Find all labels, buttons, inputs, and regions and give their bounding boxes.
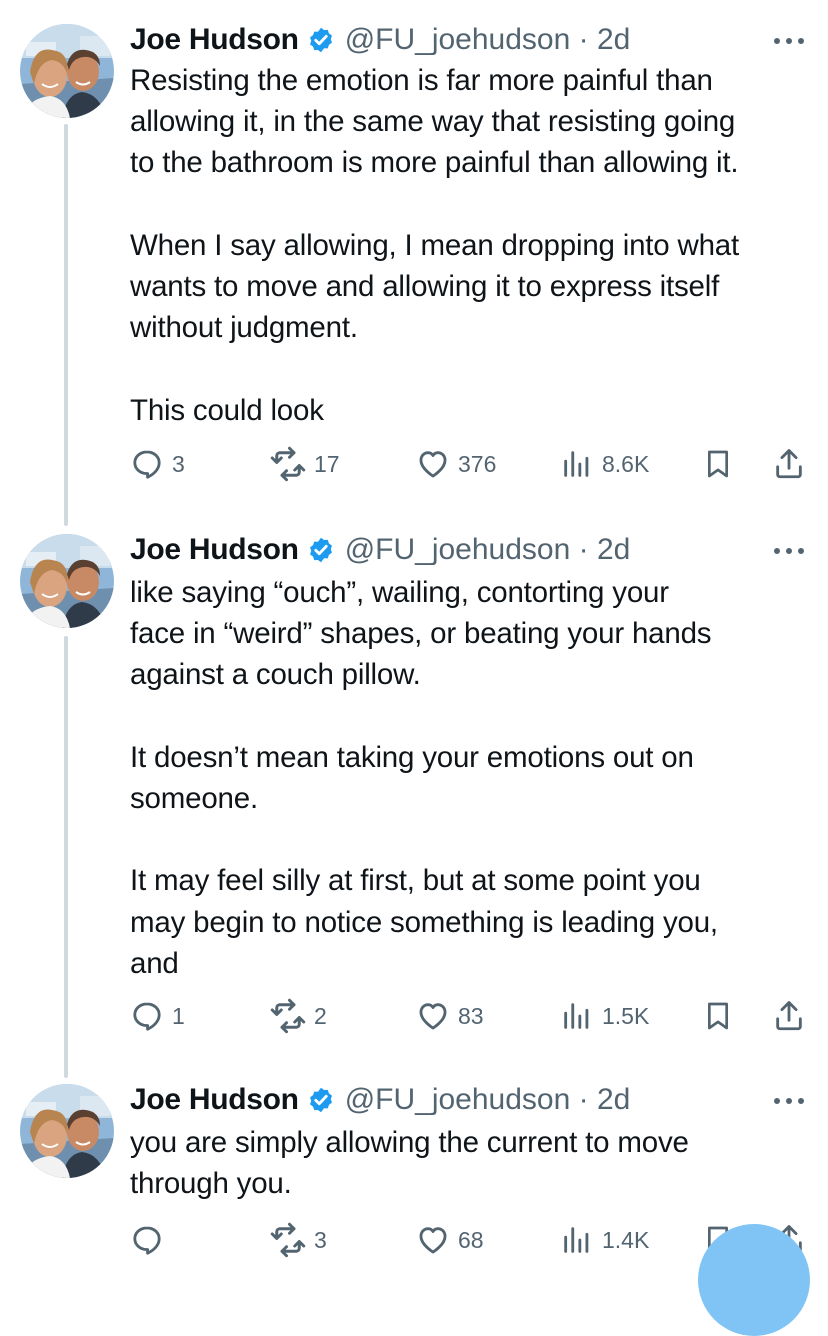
retweet-icon	[270, 446, 306, 482]
share-icon	[772, 999, 806, 1033]
tweet[interactable]: Joe Hudson @FU_joehudson · 2d Resisting …	[0, 20, 828, 490]
tweet-actions: 1 2 83 1.5K	[130, 998, 810, 1034]
retweet-count: 3	[314, 1226, 327, 1253]
more-dots-icon[interactable]	[772, 1096, 806, 1106]
retweet-icon	[270, 998, 306, 1034]
verified-badge-icon[interactable]	[307, 1086, 335, 1114]
tweet-text: you are simply allowing the current to m…	[130, 1126, 689, 1201]
more-dots-icon[interactable]	[772, 36, 806, 46]
retweet-button[interactable]: 3	[270, 1222, 327, 1258]
retweet-button[interactable]: 17	[270, 446, 340, 482]
retweet-count: 2	[314, 1002, 327, 1029]
avatar[interactable]	[20, 24, 114, 118]
share-button[interactable]	[772, 998, 806, 1034]
author-handle[interactable]: @FU_joehudson · 2d	[345, 23, 631, 57]
like-button[interactable]: 376	[416, 446, 496, 482]
views-button[interactable]: 1.5K	[560, 998, 649, 1034]
views-button[interactable]: 8.6K	[560, 446, 649, 482]
retweet-button[interactable]: 2	[270, 998, 327, 1034]
views-button[interactable]: 1.4K	[560, 1222, 649, 1258]
tweet-header: Joe Hudson @FU_joehudson · 2d	[130, 1080, 630, 1120]
author-name[interactable]: Joe Hudson	[130, 1083, 299, 1117]
bookmark-button[interactable]	[702, 446, 734, 482]
tweet-text: Resisting the emotion is far more painfu…	[130, 64, 740, 427]
reply-count: 3	[172, 450, 185, 477]
reply-bubble-icon	[130, 1223, 164, 1257]
reply-button[interactable]: 3	[130, 446, 185, 482]
retweet-icon	[270, 1222, 306, 1258]
views-bar-chart-icon	[560, 999, 594, 1033]
like-button[interactable]: 68	[416, 1222, 484, 1258]
views-bar-chart-icon	[560, 447, 594, 481]
views-count: 8.6K	[602, 450, 650, 477]
share-button[interactable]	[772, 446, 806, 482]
tweet-text: like saying “ouch”, wailing, contorting …	[130, 576, 718, 980]
retweet-count: 17	[314, 450, 340, 477]
like-count: 68	[458, 1226, 484, 1253]
tweet[interactable]: Joe Hudson @FU_joehudson · 2d you are si…	[0, 1080, 828, 1270]
bookmark-button[interactable]	[702, 998, 734, 1034]
reply-bubble-icon	[130, 447, 164, 481]
timestamp: 2d	[596, 533, 631, 566]
heart-icon	[416, 1223, 450, 1257]
timestamp: 2d	[596, 1083, 631, 1116]
author-handle[interactable]: @FU_joehudson · 2d	[345, 1083, 631, 1117]
verified-badge-icon[interactable]	[307, 536, 335, 564]
compose-fab-button[interactable]	[698, 1224, 810, 1336]
views-count: 1.4K	[602, 1226, 650, 1253]
bookmark-icon	[702, 1000, 734, 1032]
views-count: 1.5K	[602, 1002, 650, 1029]
timestamp: 2d	[596, 23, 631, 56]
tweet-header: Joe Hudson @FU_joehudson · 2d	[130, 530, 630, 570]
like-button[interactable]: 83	[416, 998, 484, 1034]
reply-button[interactable]: 1	[130, 998, 185, 1034]
more-dots-icon[interactable]	[772, 546, 806, 556]
reply-button[interactable]	[130, 1222, 172, 1258]
author-handle[interactable]: @FU_joehudson · 2d	[345, 533, 631, 567]
heart-icon	[416, 999, 450, 1033]
verified-badge-icon[interactable]	[307, 26, 335, 54]
avatar[interactable]	[20, 1084, 114, 1178]
like-count: 376	[458, 450, 497, 477]
tweet-header: Joe Hudson @FU_joehudson · 2d	[130, 20, 630, 60]
avatar[interactable]	[20, 534, 114, 628]
tweet[interactable]: Joe Hudson @FU_joehudson · 2d like sayin…	[0, 530, 828, 1030]
reply-count: 1	[172, 1002, 185, 1029]
like-count: 83	[458, 1002, 484, 1029]
share-icon	[772, 447, 806, 481]
bookmark-icon	[702, 448, 734, 480]
views-bar-chart-icon	[560, 1223, 594, 1257]
reply-bubble-icon	[130, 999, 164, 1033]
tweet-actions: 3 17 376 8.6K	[130, 446, 810, 482]
heart-icon	[416, 447, 450, 481]
author-name[interactable]: Joe Hudson	[130, 533, 299, 567]
author-name[interactable]: Joe Hudson	[130, 23, 299, 57]
